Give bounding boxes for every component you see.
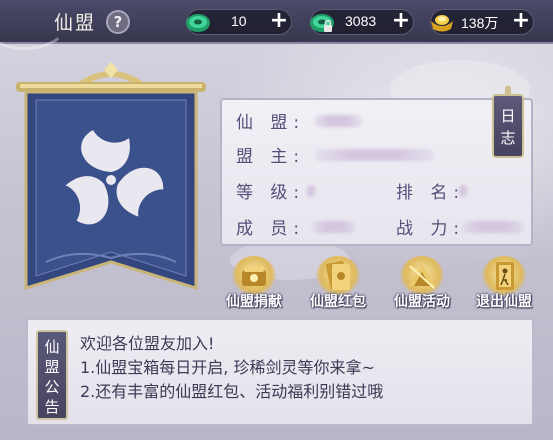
red-envelope-icon <box>316 256 360 296</box>
add-gold-button[interactable]: + <box>511 10 531 32</box>
red-envelope-label: 仙盟红包 <box>310 294 366 310</box>
alliance-name-label: 仙 盟: <box>236 113 306 133</box>
log-button[interactable]: 日 志 <box>492 94 524 158</box>
members-label: 成 员: <box>236 219 306 239</box>
resource-jade: 10 + <box>186 9 292 35</box>
gold-value: 138万 <box>461 15 499 31</box>
activity-label: 仙盟活动 <box>394 294 450 310</box>
resource-gold: 138万 + <box>430 9 534 35</box>
leader-value <box>314 149 434 161</box>
power-value <box>462 221 524 233</box>
jade-value: 10 <box>231 13 247 29</box>
log-button-label: 志 <box>500 129 516 147</box>
rank-value <box>458 185 468 197</box>
add-bound-jade-button[interactable]: + <box>391 10 411 32</box>
donate-icon <box>232 256 276 296</box>
alliance-screen: 仙盟 ? 10 + 3083 + 138万 + 仙 盟: 盟 主: 等 级: 排… <box>0 0 553 440</box>
alliance-info-card: 仙 盟: 盟 主: 等 级: 排 名: 成 员: 战 力: <box>220 98 533 246</box>
level-label: 等 级: <box>236 183 306 203</box>
bound-jade-value: 3083 <box>345 13 377 29</box>
announcement-tab-char: 盟 <box>44 358 60 376</box>
exit-door-icon <box>482 256 526 296</box>
red-envelope-button[interactable]: 仙盟红包 <box>302 256 374 316</box>
announcement-tab: 仙 盟 公 告 <box>36 330 68 420</box>
help-button[interactable]: ? <box>106 10 130 34</box>
jade-icon <box>186 14 210 32</box>
rank-label: 排 名: <box>396 183 466 203</box>
level-value <box>306 185 316 197</box>
page-title: 仙盟 <box>54 12 97 34</box>
exit-alliance-label: 退出仙盟 <box>476 294 532 310</box>
exit-alliance-button[interactable]: 退出仙盟 <box>468 256 540 316</box>
announcement-tab-char: 告 <box>44 398 60 416</box>
bound-jade-icon <box>310 14 334 32</box>
members-value <box>312 221 356 233</box>
add-jade-button[interactable]: + <box>269 10 289 32</box>
alliance-banner <box>16 62 206 291</box>
log-button-label: 日 <box>500 107 516 125</box>
announcement-line: 欢迎各位盟友加入! <box>80 334 215 353</box>
donate-button[interactable]: 仙盟捐献 <box>218 256 290 316</box>
alliance-name-value <box>314 115 362 127</box>
resource-bound-jade: 3083 + <box>310 9 414 35</box>
top-bar: 仙盟 ? 10 + 3083 + 138万 + <box>0 0 553 50</box>
activity-icon <box>400 256 444 296</box>
announcement-line: 2.还有丰富的仙盟红包、活动福利别错过哦 <box>80 382 384 401</box>
announcement-line: 1.仙盟宝箱每日开启, 珍稀剑灵等你来拿~ <box>80 358 375 377</box>
announcement-tab-char: 仙 <box>44 338 60 356</box>
gold-ingot-icon <box>431 15 453 32</box>
activity-button[interactable]: 仙盟活动 <box>386 256 458 316</box>
leader-label: 盟 主: <box>236 147 306 167</box>
announcement-tab-char: 公 <box>44 378 60 396</box>
donate-label: 仙盟捐献 <box>226 294 282 310</box>
power-label: 战 力: <box>396 219 466 239</box>
